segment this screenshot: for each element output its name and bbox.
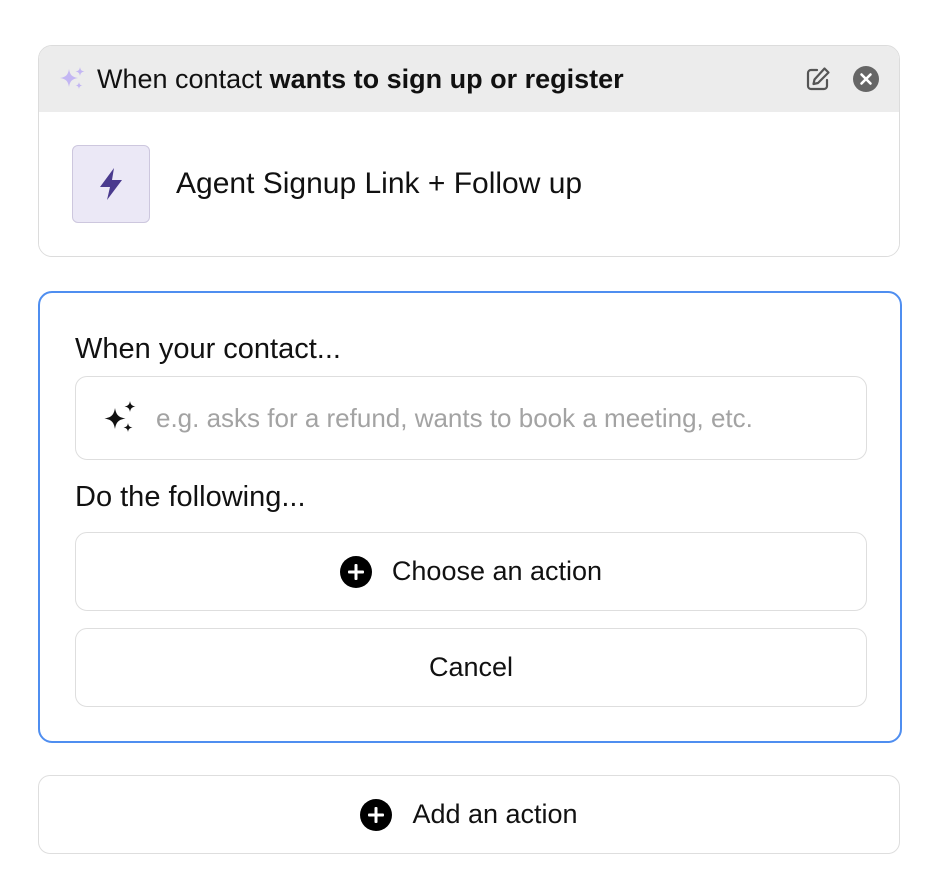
rule-title-prefix: When contact xyxy=(97,63,270,94)
close-circle-icon[interactable] xyxy=(851,64,881,94)
when-label: When your contact... xyxy=(75,333,341,365)
rule-title: When contact wants to sign up or registe… xyxy=(97,64,803,95)
add-action-label: Add an action xyxy=(412,799,578,829)
rule-header: When contact wants to sign up or registe… xyxy=(39,46,899,112)
cancel-label: Cancel xyxy=(428,652,514,682)
rule-editor: When your contact... Do the following...… xyxy=(38,291,902,743)
choose-action-label: Choose an action xyxy=(391,556,603,586)
lightning-bolt-icon xyxy=(100,168,122,200)
trigger-field[interactable] xyxy=(75,376,867,460)
action-icon-tile xyxy=(72,145,150,223)
rule-card: When contact wants to sign up or registe… xyxy=(38,45,900,257)
rule-action-row[interactable]: Agent Signup Link + Follow up xyxy=(39,112,899,256)
trigger-input[interactable] xyxy=(156,402,866,434)
plus-circle-icon xyxy=(339,555,372,588)
sparkles-icon xyxy=(57,64,87,94)
choose-action-button[interactable]: Choose an action xyxy=(75,532,867,611)
do-label: Do the following... xyxy=(75,481,306,513)
action-name: Agent Signup Link + Follow up xyxy=(176,167,583,200)
edit-icon[interactable] xyxy=(803,64,833,94)
add-action-button[interactable]: Add an action xyxy=(38,775,900,854)
rule-title-condition: wants to sign up or register xyxy=(269,63,624,94)
cancel-button[interactable]: Cancel xyxy=(75,628,867,707)
sparkles-icon xyxy=(100,398,140,438)
plus-circle-icon xyxy=(360,798,393,831)
